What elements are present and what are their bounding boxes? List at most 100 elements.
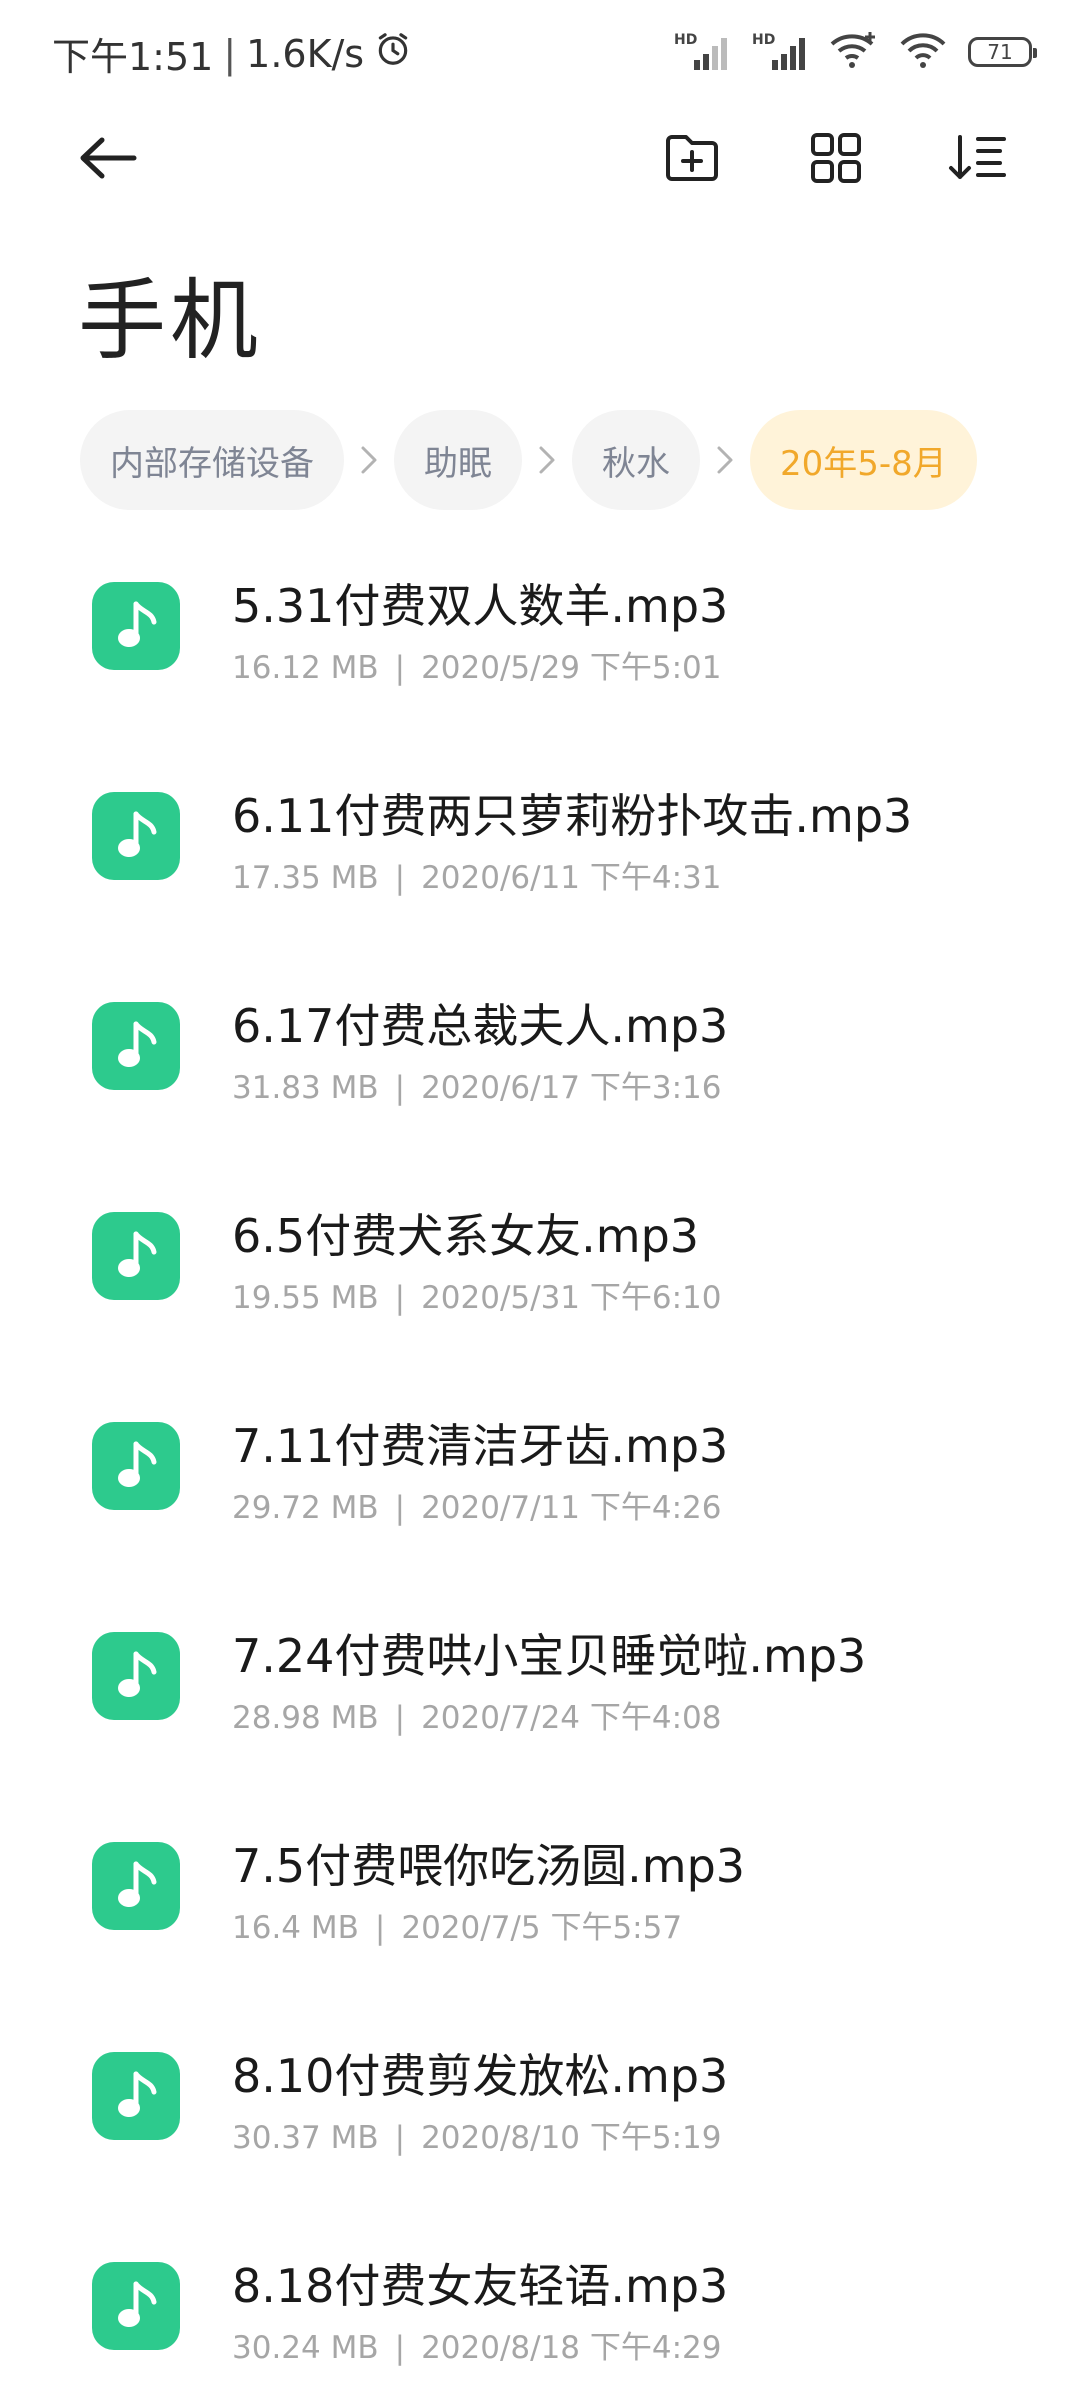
breadcrumb-item-sleep-aid[interactable]: 助眠 <box>394 410 522 510</box>
meta-separator: | <box>394 1070 406 1106</box>
file-meta: 30.24 MB | 2020/8/18 下午4:29 <box>232 2322 722 2367</box>
list-item[interactable]: 7.5付费喂你吃汤圆.mp3 16.4 MB | 2020/7/5 下午5:57 <box>0 1800 1080 2010</box>
file-date: 2020/7/24 下午4:08 <box>421 1700 722 1736</box>
sim2-hd-label: HD <box>752 32 776 48</box>
file-manager-screen: 下午1:51 | 1.6K/s HD HD 71 手机 内部存储设备 助眠 秋水… <box>0 0 1080 2400</box>
music-file-icon <box>92 1842 180 1930</box>
chevron-right-icon <box>700 445 750 475</box>
list-item[interactable]: 8.18付费女友轻语.mp3 30.24 MB | 2020/8/18 下午4:29 <box>0 2220 1080 2400</box>
list-item[interactable]: 6.17付费总裁夫人.mp3 31.83 MB | 2020/6/17 下午3:16 <box>0 960 1080 1170</box>
file-meta: 30.37 MB | 2020/8/10 下午5:19 <box>232 2112 722 2157</box>
file-name: 6.5付费犬系女友.mp3 <box>232 1209 700 1263</box>
meta-separator: | <box>394 860 406 896</box>
file-size: 28.98 MB <box>232 1700 379 1736</box>
file-size: 29.72 MB <box>232 1490 379 1526</box>
folder-plus-icon <box>664 133 720 187</box>
file-meta: 19.55 MB | 2020/5/31 下午6:10 <box>232 1272 722 1317</box>
grid-view-icon <box>810 132 862 188</box>
chevron-right-icon <box>522 445 572 475</box>
breadcrumb-label: 秋水 <box>602 443 670 484</box>
file-meta: 31.83 MB | 2020/6/17 下午3:16 <box>232 1062 722 1107</box>
file-size: 16.4 MB <box>232 1910 359 1946</box>
alarm-icon <box>374 30 412 77</box>
cellular-signal-2-icon: HD <box>752 32 808 72</box>
arrow-left-icon <box>78 136 138 184</box>
meta-separator: | <box>394 1700 406 1736</box>
music-file-icon <box>92 792 180 880</box>
list-item[interactable]: 8.10付费剪发放松.mp3 30.37 MB | 2020/8/10 下午5:19 <box>0 2010 1080 2220</box>
battery-icon: 71 <box>968 37 1037 67</box>
music-file-icon <box>92 2052 180 2140</box>
list-item[interactable]: 7.24付费哄小宝贝睡觉啦.mp3 28.98 MB | 2020/7/24 下午4… <box>0 1590 1080 1800</box>
new-folder-button[interactable] <box>642 110 742 210</box>
page-title: 手机 <box>78 269 263 372</box>
battery-level: 71 <box>987 40 1013 64</box>
file-name: 7.5付费喂你吃汤圆.mp3 <box>232 1839 746 1893</box>
file-name: 6.11付费两只萝莉粉扑攻击.mp3 <box>232 789 913 843</box>
status-left: 下午1:51 | 1.6K/s <box>52 26 412 81</box>
file-size: 31.83 MB <box>232 1070 379 1106</box>
file-name: 6.17付费总裁夫人.mp3 <box>232 999 729 1053</box>
status-time: 下午1:51 <box>52 35 214 79</box>
file-date: 2020/6/17 下午3:16 <box>421 1070 722 1106</box>
meta-separator: | <box>394 650 406 686</box>
file-name: 7.11付费清洁牙齿.mp3 <box>232 1419 729 1473</box>
music-file-icon <box>92 2262 180 2350</box>
breadcrumb: 内部存储设备 助眠 秋水 20年5-8月 <box>80 410 977 510</box>
network-speed: 1.6K/s <box>246 31 365 76</box>
file-size: 16.12 MB <box>232 650 379 686</box>
file-date: 2020/5/29 下午5:01 <box>421 650 722 686</box>
file-date: 2020/5/31 下午6:10 <box>421 1280 722 1316</box>
meta-separator: | <box>374 1910 386 1946</box>
file-date: 2020/8/10 下午5:19 <box>421 2120 722 2156</box>
music-file-icon <box>92 1422 180 1510</box>
chevron-right-icon <box>344 445 394 475</box>
breadcrumb-item-current-folder[interactable]: 20年5-8月 <box>750 410 977 510</box>
status-divider: | <box>223 31 237 76</box>
file-name: 7.24付费哄小宝贝睡觉啦.mp3 <box>232 1629 867 1683</box>
sort-icon <box>948 133 1008 187</box>
file-size: 30.24 MB <box>232 2330 379 2366</box>
list-item[interactable]: 6.11付费两只萝莉粉扑攻击.mp3 17.35 MB | 2020/6/11 下午… <box>0 750 1080 960</box>
list-item[interactable]: 5.31付费双人数羊.mp3 16.12 MB | 2020/5/29 下午5:01 <box>0 540 1080 750</box>
file-size: 19.55 MB <box>232 1280 379 1316</box>
meta-separator: | <box>394 1490 406 1526</box>
file-name: 8.10付费剪发放松.mp3 <box>232 2049 729 2103</box>
file-size: 17.35 MB <box>232 860 379 896</box>
breadcrumb-item-qiushui[interactable]: 秋水 <box>572 410 700 510</box>
back-button[interactable] <box>58 110 158 210</box>
list-item[interactable]: 6.5付费犬系女友.mp3 19.55 MB | 2020/5/31 下午6:10 <box>0 1170 1080 1380</box>
music-file-icon <box>92 1212 180 1300</box>
file-date: 2020/7/5 下午5:57 <box>401 1910 683 1946</box>
file-size: 30.37 MB <box>232 2120 379 2156</box>
cellular-signal-1-icon: HD <box>674 32 730 72</box>
file-meta: 28.98 MB | 2020/7/24 下午4:08 <box>232 1692 722 1737</box>
breadcrumb-label: 20年5-8月 <box>780 443 947 484</box>
status-bar: 下午1:51 | 1.6K/s HD HD 71 <box>0 0 1080 100</box>
file-name: 8.18付费女友轻语.mp3 <box>232 2259 729 2313</box>
sim1-hd-label: HD <box>674 32 698 48</box>
music-file-icon <box>92 1002 180 1090</box>
file-date: 2020/6/11 下午4:31 <box>421 860 722 896</box>
file-list: 5.31付费双人数羊.mp3 16.12 MB | 2020/5/29 下午5:01… <box>0 540 1080 2400</box>
list-item[interactable]: 7.11付费清洁牙齿.mp3 29.72 MB | 2020/7/11 下午4:26 <box>0 1380 1080 1590</box>
meta-separator: | <box>394 1280 406 1316</box>
wifi-icon <box>900 30 946 74</box>
wifi-plus-icon <box>830 30 878 74</box>
file-name: 5.31付费双人数羊.mp3 <box>232 579 729 633</box>
breadcrumb-item-internal-storage[interactable]: 内部存储设备 <box>80 410 344 510</box>
meta-separator: | <box>394 2330 406 2366</box>
file-date: 2020/7/11 下午4:26 <box>421 1490 722 1526</box>
meta-separator: | <box>394 2120 406 2156</box>
grid-view-button[interactable] <box>786 110 886 210</box>
file-meta: 16.12 MB | 2020/5/29 下午5:01 <box>232 642 722 687</box>
file-meta: 29.72 MB | 2020/7/11 下午4:26 <box>232 1482 722 1527</box>
file-meta: 17.35 MB | 2020/6/11 下午4:31 <box>232 852 722 897</box>
breadcrumb-label: 助眠 <box>424 443 492 484</box>
sort-button[interactable] <box>928 110 1028 210</box>
file-date: 2020/8/18 下午4:29 <box>421 2330 722 2366</box>
breadcrumb-label: 内部存储设备 <box>110 443 314 484</box>
music-file-icon <box>92 1632 180 1720</box>
status-right: HD HD 71 <box>674 30 1037 74</box>
file-meta: 16.4 MB | 2020/7/5 下午5:57 <box>232 1902 682 1947</box>
